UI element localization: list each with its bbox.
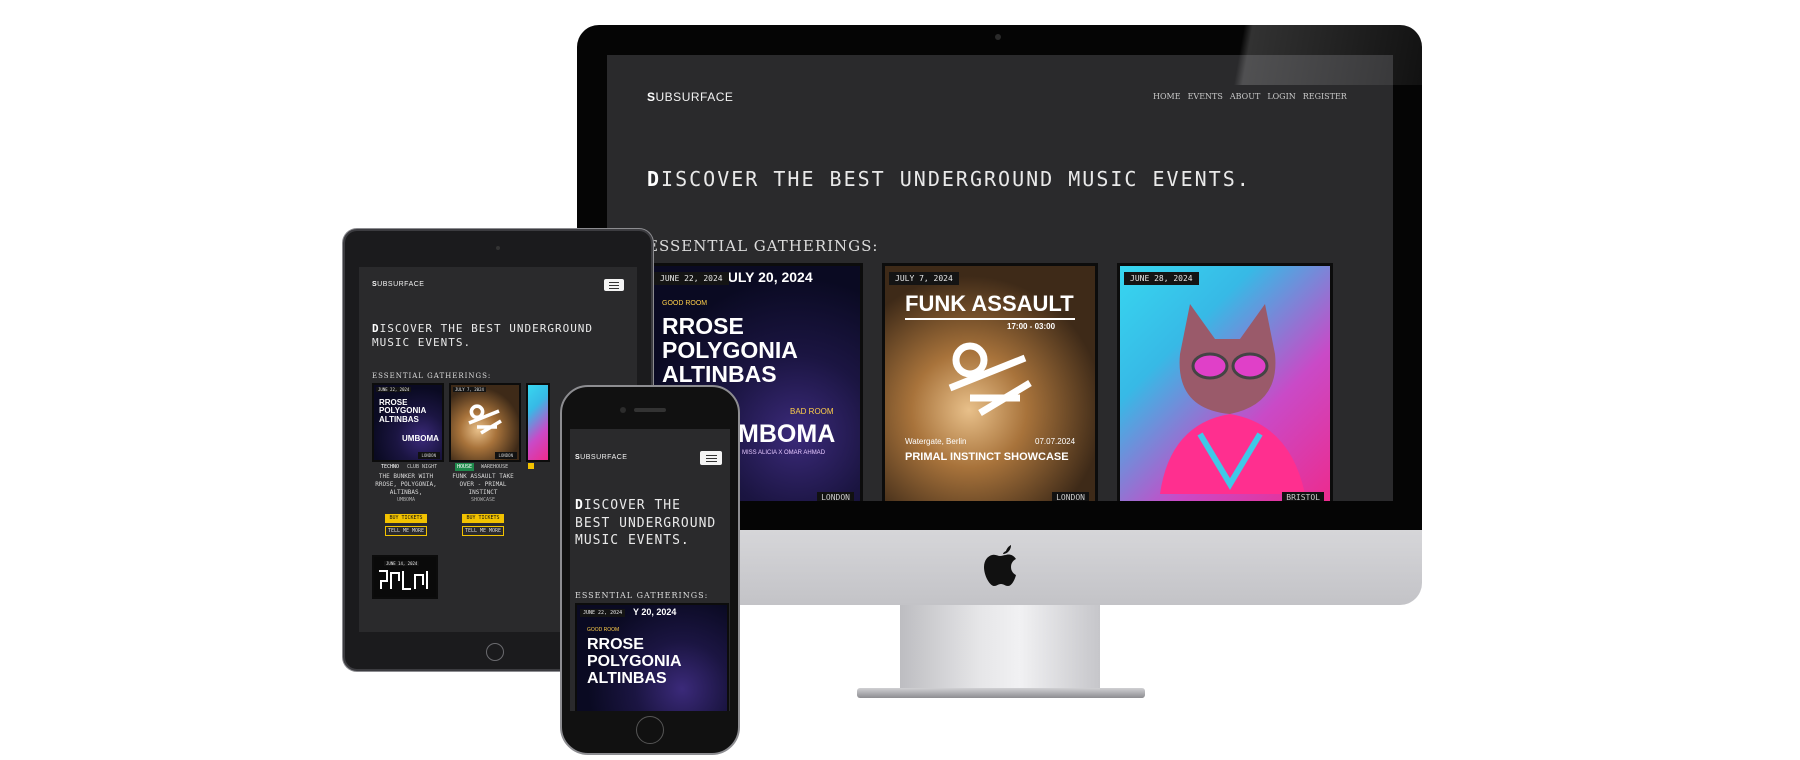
poster-lineup: RROSE POLYGONIA ALTINBAS — [587, 636, 682, 687]
section-title: ESSENTIAL GATHERINGS: — [575, 591, 709, 600]
nav-register[interactable]: REGISTER — [1303, 92, 1347, 101]
poster-venue: GOOD ROOM — [662, 300, 708, 307]
hero-cap: D — [372, 322, 380, 335]
event-card[interactable]: JUNE 22, 2024 RROSE POLYGONIA ALTINBAS U… — [372, 383, 444, 462]
site-logo[interactable]: SUBSURFACE — [575, 454, 627, 461]
event-name: THE BUNKER WITH RROSE, POLYGONIA, ALTINB… — [375, 473, 437, 504]
lineup-3: ALTINBAS — [379, 414, 419, 424]
cat-image — [1160, 304, 1305, 494]
type-tag: WAREHOUSE — [481, 464, 509, 470]
event-card[interactable]: JULY 7, 2024 LONDON — [449, 383, 521, 462]
site-logo[interactable]: SUBSURFACE — [647, 90, 733, 104]
event-date-badge: JUNE 22, 2024 — [376, 387, 412, 392]
nav-about[interactable]: ABOUT — [1230, 92, 1260, 101]
hero-cap: D — [647, 167, 662, 191]
poster-venue: GOOD ROOM — [587, 627, 620, 633]
apple-logo-icon — [984, 545, 1016, 586]
home-button[interactable] — [486, 643, 504, 661]
event-city: BRISTOL — [1282, 492, 1324, 501]
hero-text: ISCOVER THE BEST UNDERGROUND MUSIC EVENT… — [661, 167, 1251, 191]
site-logo[interactable]: SUBSURFACE — [372, 281, 424, 288]
event-card[interactable]: JUNE 14, 2024 — [372, 555, 438, 599]
nav-home[interactable]: HOME — [1153, 92, 1181, 101]
phone-screen: SUBSURFACE DISCOVER THE BEST UNDERGROUND… — [570, 429, 730, 711]
menu-icon[interactable] — [700, 451, 722, 465]
poster-date: 07.07.2024 — [1035, 437, 1076, 446]
poster-subtitle: PRIMAL INSTINCT SHOWCASE — [905, 451, 1069, 463]
camera-icon — [620, 407, 626, 413]
lineup-1: RROSE — [587, 636, 644, 653]
lineup-1: RROSE — [662, 313, 744, 339]
menu-icon[interactable] — [604, 279, 624, 291]
section-title: ESSENTIAL GATHERINGS: — [647, 237, 879, 255]
home-button[interactable] — [636, 716, 664, 744]
event-city: LONDON — [1052, 492, 1089, 501]
tell-me-more-button[interactable]: TELL ME MORE — [462, 526, 504, 536]
logo-letter: S — [647, 90, 656, 104]
lineup-3: ALTINBAS — [587, 669, 667, 687]
logo-text: UBSURFACE — [377, 281, 425, 288]
genre-tag: HOUSE — [455, 463, 475, 471]
hero-heading: DISCOVER THE BEST UNDERGROUND MUSIC EVEN… — [575, 497, 725, 550]
event-name-extra: SHOWCASE — [470, 497, 496, 504]
event-name: FUNK ASSAULT TAKE OVER - PRIMAL INSTINCT… — [451, 473, 515, 504]
event-name-text: THE BUNKER WITH RROSE, POLYGONIA, ALTINB… — [375, 473, 437, 496]
poster-place: Watergate, Berlin — [905, 437, 967, 446]
hero-cap: D — [575, 498, 584, 513]
hero-text: ISCOVER THE BEST UNDERGROUND MUSIC EVENT… — [575, 498, 717, 549]
event-city: LONDON — [417, 452, 440, 459]
tell-me-more-button[interactable]: TELL ME MORE — [385, 526, 427, 536]
event-card[interactable]: Y 20, 2024 JUNE 22, 2024 GOOD ROOM RROSE… — [575, 603, 729, 711]
nav-login[interactable]: LOGIN — [1267, 92, 1295, 101]
event-card[interactable]: JULY 7, 2024 FUNK ASSAULT 17:00 - 03:00 … — [882, 263, 1098, 501]
hero-text: ISCOVER THE BEST UNDERGROUND MUSIC EVENT… — [372, 322, 594, 350]
poster-graphic — [948, 342, 1032, 417]
poster-support: MISS ALICIA X OMAR AHMAD — [742, 450, 826, 456]
poster-title: FUNK ASSAULT — [905, 291, 1074, 316]
lineup-2: POLYGONIA — [587, 652, 682, 670]
phone-device: SUBSURFACE DISCOVER THE BEST UNDERGROUND… — [560, 385, 740, 755]
event-name-text: FUNK ASSAULT TAKE OVER - PRIMAL INSTINCT — [452, 473, 514, 496]
lineup-3: ALTINBAS — [662, 361, 777, 388]
event-city: LONDON — [494, 452, 517, 459]
event-city: LONDON — [817, 492, 854, 501]
section-title: ESSENTIAL GATHERINGS: — [372, 372, 492, 380]
nav-events[interactable]: EVENTS — [1188, 92, 1223, 101]
event-date-badge: JUNE 22, 2024 — [654, 272, 729, 285]
poster-graphic — [379, 570, 428, 590]
event-date-badge: JUNE 22, 2024 — [580, 609, 626, 617]
poster-top-date: JULY 20, 2024 — [720, 269, 813, 285]
poster-lineup: RROSE POLYGONIA ALTINBAS — [379, 398, 426, 424]
monitor-foot — [857, 688, 1145, 698]
speaker-grille — [634, 408, 666, 412]
buy-tickets-button[interactable]: BUY TICKETS — [385, 514, 427, 523]
poster-graphic — [468, 404, 502, 435]
poster-lineup: RROSE POLYGONIA ALTINBAS — [662, 313, 798, 388]
logo-text: UBSURFACE — [655, 90, 734, 104]
event-card[interactable]: JUNE 28, 2024 BRISTOL — [1117, 263, 1333, 501]
poster-room: BAD ROOM — [790, 407, 834, 416]
poster-headliner: UMBOMA — [402, 434, 439, 443]
camera-icon — [496, 246, 500, 250]
buy-tickets-button[interactable]: BUY TICKETS — [462, 514, 504, 523]
genre-tag: TECHNO — [379, 463, 402, 471]
event-date-badge: JUNE 14, 2024 — [384, 561, 420, 566]
camera-icon — [995, 34, 1001, 40]
top-nav: HOME EVENTS ABOUT LOGIN REGISTER — [1153, 92, 1347, 101]
event-date-badge: JULY 7, 2024 — [453, 387, 486, 392]
event-date-badge: JULY 7, 2024 — [889, 272, 959, 285]
event-name-extra: UMBOMA — [396, 497, 416, 504]
monitor-stand — [900, 605, 1100, 693]
lineup-2: POLYGONIA — [662, 337, 798, 364]
event-card[interactable] — [526, 383, 550, 462]
poster-time: 17:00 - 03:00 — [1007, 322, 1056, 331]
logo-text: UBSURFACE — [580, 454, 628, 461]
hero-heading: DISCOVER THE BEST UNDERGROUND MUSIC EVEN… — [372, 322, 612, 351]
hero-heading: DISCOVER THE BEST UNDERGROUND MUSIC EVEN… — [647, 167, 1251, 191]
tag-fragment — [528, 463, 534, 469]
poster-top-date: Y 20, 2024 — [633, 607, 677, 617]
type-tag: CLUB NIGHT — [407, 464, 438, 470]
